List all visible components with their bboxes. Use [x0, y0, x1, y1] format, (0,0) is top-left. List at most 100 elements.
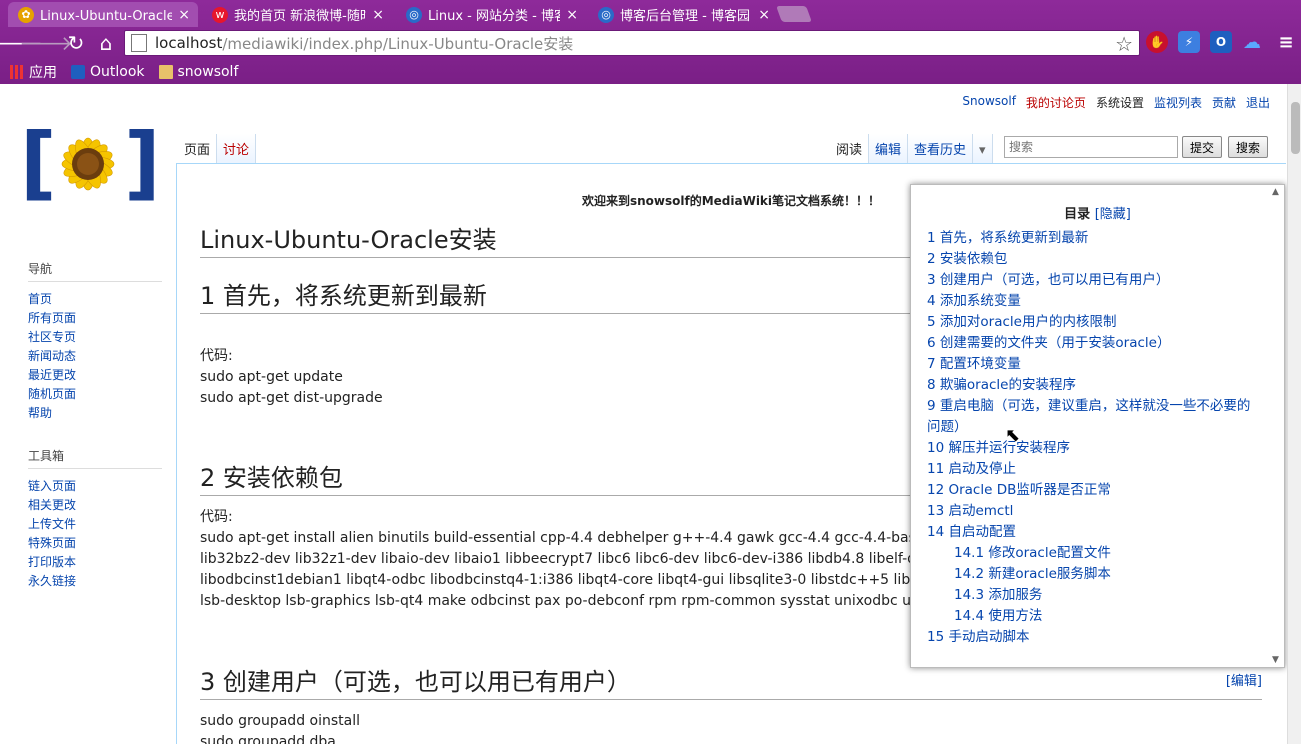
tab-strip: ✿ Linux-Ubuntu-Oracle安装 × w 我的首页 新浪微博-随时…: [0, 0, 1301, 27]
toc-item[interactable]: 5 添加对oracle用户的内核限制: [927, 312, 1251, 333]
tab-read[interactable]: 阅读: [830, 134, 870, 164]
page-icon: [131, 34, 147, 52]
search-input[interactable]: [1004, 136, 1178, 158]
nav-heading: 导航: [28, 260, 162, 282]
scrollbar-thumb[interactable]: [1291, 102, 1300, 154]
toc-item[interactable]: 12 Oracle DB监听器是否正常: [927, 480, 1251, 501]
toolbox-heading: 工具箱: [28, 447, 162, 469]
toc-item[interactable]: 9 重启电脑（可选，建议重启，这样就没一些不必要的问题）: [927, 396, 1251, 438]
wiki-logo[interactable]: [ ]: [20, 112, 156, 216]
contributions-link[interactable]: 贡献: [1212, 94, 1236, 111]
toc-panel: ▲ 目录 [隐藏] 1 首先，将系统更新到最新 2 安装依赖包 3 创建用户（可选，…: [910, 184, 1285, 668]
nav-item[interactable]: 最近更改: [28, 366, 168, 385]
address-bar[interactable]: localhost/mediawiki/index.php/Linux-Ubun…: [124, 30, 1140, 56]
tab-edit[interactable]: 编辑: [869, 134, 909, 164]
page-scrollbar[interactable]: [1287, 84, 1301, 744]
bookmark-outlook[interactable]: Outlook: [71, 64, 145, 80]
weibo-icon: w: [212, 6, 228, 23]
toolbox-item[interactable]: 上传文件: [28, 515, 168, 534]
mediawiki-sunflower-icon: ✿: [18, 6, 34, 23]
toc-item[interactable]: 3 创建用户（可选，也可以用已有用户）: [927, 270, 1251, 291]
toc-item[interactable]: 14.2 新建oracle服务脚本: [927, 564, 1251, 585]
browser-chrome: ✿ Linux-Ubuntu-Oracle安装 × w 我的首页 新浪微博-随时…: [0, 0, 1301, 84]
tab-talk[interactable]: 讨论: [217, 134, 257, 164]
nav-item[interactable]: 随机页面: [28, 385, 168, 404]
toolbox-item[interactable]: 链入页面: [28, 477, 168, 496]
close-tab-icon[interactable]: ×: [566, 7, 578, 23]
browser-tab-3[interactable]: ◎ 博客后台管理 - 博客园 ×: [588, 2, 778, 27]
toolbox-item[interactable]: 打印版本: [28, 553, 168, 572]
watchlist-link[interactable]: 监视列表: [1154, 94, 1202, 111]
toc-item[interactable]: 6 创建需要的文件夹（用于安装oracle）: [927, 333, 1251, 354]
toc-list: 1 首先，将系统更新到最新 2 安装依赖包 3 创建用户（可选，也可以用已有用户） 4…: [911, 228, 1251, 648]
cnblogs-icon: ◎: [406, 6, 422, 23]
extension-icon[interactable]: ⚡: [1178, 31, 1200, 53]
mouse-cursor-icon: ⬉: [1005, 425, 1021, 446]
toc-item[interactable]: 4 添加系统变量: [927, 291, 1251, 312]
toc-item[interactable]: 8 欺骗oracle的安装程序: [927, 375, 1251, 396]
preferences-link[interactable]: 系统设置: [1096, 94, 1144, 111]
nav-item[interactable]: 新闻动态: [28, 347, 168, 366]
toc-item[interactable]: 14 自启动配置: [927, 522, 1251, 543]
nav-item[interactable]: 社区专页: [28, 328, 168, 347]
close-tab-icon[interactable]: ×: [758, 7, 770, 23]
new-tab-button[interactable]: [776, 6, 812, 22]
svg-text:]: ]: [124, 116, 156, 209]
close-tab-icon[interactable]: ×: [178, 7, 190, 23]
bookmark-apps[interactable]: 应用: [10, 62, 57, 82]
close-tab-icon[interactable]: ×: [372, 7, 384, 23]
browser-tab-2[interactable]: ◎ Linux - 网站分类 - 博客园 ×: [396, 2, 586, 27]
toc-title: 目录 [隐藏]: [1064, 207, 1131, 222]
folder-icon: [158, 64, 173, 79]
more-actions-chevron-down-icon[interactable]: ▾: [973, 134, 993, 164]
toolbox-portal: 链入页面 相关更改 上传文件 特殊页面 打印版本 永久链接: [28, 477, 168, 591]
nav-item[interactable]: 所有页面: [28, 309, 168, 328]
apps-grid-icon: [10, 64, 24, 79]
svg-text:[: [: [20, 116, 57, 209]
talk-link[interactable]: 我的讨论页: [1026, 94, 1086, 111]
nav-item[interactable]: 首页: [28, 290, 168, 309]
bookmark-folder-snowsolf[interactable]: snowsolf: [158, 64, 238, 80]
browser-tab-1[interactable]: w 我的首页 新浪微博-随时随地 ×: [202, 2, 392, 27]
nav-item[interactable]: 帮助: [28, 404, 168, 423]
toc-item[interactable]: 14.1 修改oracle配置文件: [927, 543, 1251, 564]
toolbox-item[interactable]: 永久链接: [28, 572, 168, 591]
toolbox-item[interactable]: 相关更改: [28, 496, 168, 515]
tab-history[interactable]: 查看历史: [908, 134, 974, 164]
toc-item[interactable]: 14.3 添加服务: [927, 585, 1251, 606]
toc-item[interactable]: 1 首先，将系统更新到最新: [927, 228, 1251, 249]
outlook-icon: [71, 64, 85, 79]
menu-icon[interactable]: ≡: [1275, 31, 1297, 53]
toc-scroll-up-icon[interactable]: ▲: [1272, 187, 1282, 197]
toc-item[interactable]: 15 手动启动脚本: [927, 627, 1251, 648]
browser-tab-0[interactable]: ✿ Linux-Ubuntu-Oracle安装 ×: [8, 2, 198, 27]
code-line: sudo groupadd oinstall: [200, 713, 361, 729]
cloud-icon[interactable]: ☁: [1241, 31, 1263, 53]
toolbox-item[interactable]: 特殊页面: [28, 534, 168, 553]
cnblogs-icon: ◎: [598, 6, 614, 23]
outlook-icon[interactable]: O: [1210, 31, 1232, 53]
toc-item[interactable]: 10 解压并运行安装程序: [927, 438, 1251, 459]
edit-section-link-3[interactable]: [编辑]: [1226, 670, 1262, 689]
toc-item[interactable]: 14.4 使用方法: [927, 606, 1251, 627]
forward-icon[interactable]: 🡒: [19, 29, 73, 57]
toc-item[interactable]: 2 安装依赖包: [927, 249, 1251, 270]
bookmark-star-icon[interactable]: ☆: [1115, 32, 1133, 56]
logout-link[interactable]: 退出: [1246, 94, 1270, 111]
toc-item[interactable]: 11 启动及停止: [927, 459, 1251, 480]
reload-icon[interactable]: ↻: [62, 29, 90, 57]
toc-scroll-down-icon[interactable]: ▼: [1272, 655, 1282, 665]
search-button[interactable]: 搜索: [1228, 136, 1269, 158]
namespace-tabs: 页面 讨论: [178, 134, 257, 164]
personal-tools: Snowsolf 我的讨论页 系统设置 监视列表 贡献 退出: [962, 94, 1270, 111]
sidebar: 导航 首页 所有页面 社区专页 新闻动态 最近更改 随机页面 帮助 工具箱 链入…: [28, 260, 168, 591]
home-icon[interactable]: ⌂: [92, 29, 120, 57]
user-link[interactable]: Snowsolf: [962, 94, 1016, 111]
nav-portal: 首页 所有页面 社区专页 新闻动态 最近更改 随机页面 帮助: [28, 290, 168, 423]
adblock-icon[interactable]: ✋: [1146, 31, 1168, 53]
toc-hide-link[interactable]: [隐藏]: [1095, 207, 1131, 222]
toc-item[interactable]: 13 启动emctl: [927, 501, 1251, 522]
toc-item[interactable]: 7 配置环境变量: [927, 354, 1251, 375]
go-button[interactable]: 提交: [1182, 136, 1223, 158]
tab-page[interactable]: 页面: [178, 134, 218, 164]
